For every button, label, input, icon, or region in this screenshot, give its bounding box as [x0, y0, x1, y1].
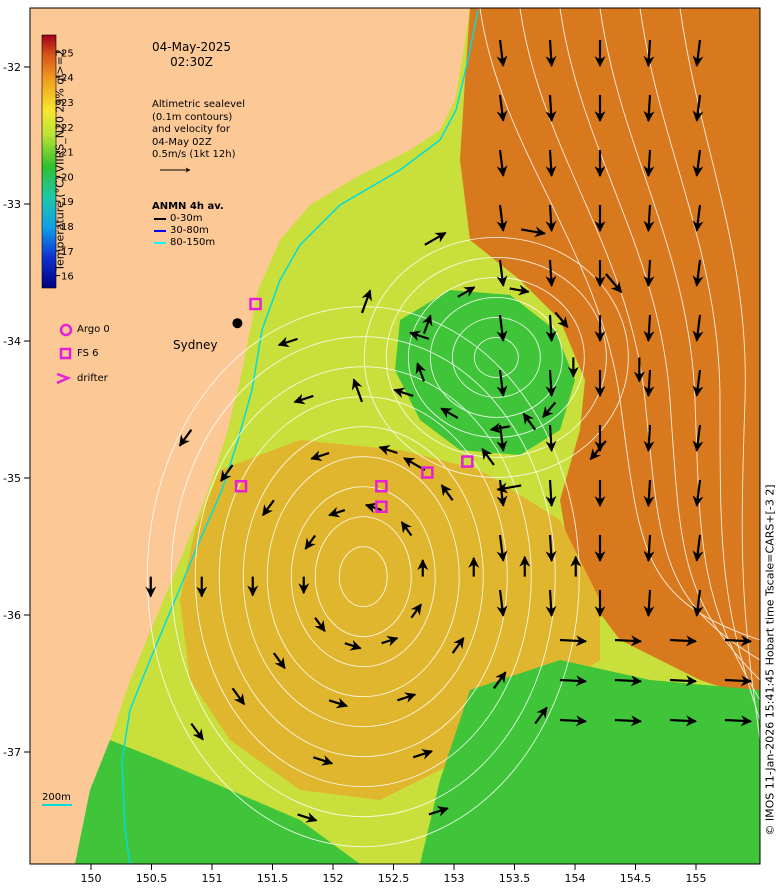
- anmn-item-1: 30-80m: [152, 225, 224, 237]
- colorbar-tick-label: 16: [61, 272, 74, 283]
- lon-tick-label: 153.5: [499, 872, 531, 885]
- lat-tick-label: -36: [3, 609, 21, 622]
- lon-tick-label: 154: [565, 872, 586, 885]
- velocity-arrow: [559, 675, 588, 687]
- date-text: 04-May-2025: [152, 40, 232, 54]
- drifter-label: drifter: [77, 373, 108, 384]
- altimetry-line-3: and velocity for: [152, 124, 231, 135]
- lat-tick-label: -35: [3, 472, 21, 485]
- altimetry-line-1: Altimetric sealevel: [152, 99, 245, 110]
- lon-tick-label: 151.5: [257, 872, 289, 885]
- anmn-title: ANMN 4h av.: [152, 201, 224, 212]
- anmn-swatch-1: [154, 230, 166, 232]
- latitude-axis: -32 -33 -34 -35 -36 -37: [3, 61, 30, 759]
- lat-tick-label: -33: [3, 198, 21, 211]
- longitude-axis: 150 150.5 151 151.5 152 152.5 153 153.5 154 154.5…: [81, 864, 707, 885]
- lat-tick-label: -37: [3, 746, 21, 759]
- lat-tick-label: -34: [3, 335, 21, 348]
- lon-tick-label: 150: [81, 872, 102, 885]
- lon-tick-label: 152: [323, 872, 344, 885]
- velocity-arrow: [614, 675, 643, 687]
- lon-tick-label: 152.5: [378, 872, 410, 885]
- sydney-marker: [232, 318, 243, 329]
- altimetry-line-4: 04-May 02Z: [152, 136, 212, 148]
- sydney-label: Sydney: [173, 338, 218, 352]
- map-frame: [29, 7, 761, 865]
- cool-south-region: [420, 660, 760, 864]
- velocity-arrow: [669, 635, 698, 647]
- anmn-legend: ANMN 4h av. 0-30m 30-80m 80-150m: [152, 201, 224, 249]
- anmn-swatch-0: [154, 218, 166, 220]
- velocity-arrow: [669, 675, 698, 687]
- anmn-item-2: 80-150m: [152, 237, 224, 249]
- anmn-item-0: 0-30m: [152, 213, 224, 225]
- lon-tick-label: 151: [202, 872, 223, 885]
- anmn-label-1: 30-80m: [170, 225, 209, 236]
- altimetry-line-5: 0.5m/s (1kt 12h): [152, 149, 236, 160]
- velocity-arrow: [724, 675, 753, 687]
- altimetry-note: Altimetric sealevel (0.1m contours) and …: [152, 99, 245, 162]
- lon-tick-label: 154.5: [620, 872, 652, 885]
- time-text: 02:30Z: [170, 55, 213, 69]
- velocity-arrow: [559, 715, 588, 727]
- date-time-label: 04-May-2025 02:30Z: [152, 40, 231, 70]
- velocity-arrow: [614, 635, 643, 647]
- velocity-arrow: [614, 715, 643, 727]
- anmn-label-0: 0-30m: [170, 213, 203, 224]
- map: -32-33-34-35-36-37 150 150.5 151 151.5 152 15…: [3, 7, 761, 885]
- velocity-arrow: [669, 715, 698, 727]
- velocity-arrow: [724, 715, 753, 727]
- velocity-arrow: [559, 635, 588, 647]
- lon-tick-label: 155: [686, 872, 707, 885]
- velocity-arrow: [724, 635, 753, 647]
- altimetry-line-2: (0.1m contours): [152, 111, 233, 123]
- lon-tick-label: 153: [444, 872, 465, 885]
- anmn-label-2: 80-150m: [170, 237, 216, 248]
- lon-tick-label: 150.5: [136, 872, 168, 885]
- argo-label: Argo 0: [77, 324, 110, 335]
- lat-tick-label: -32: [3, 61, 21, 74]
- anmn-swatch-2: [154, 242, 166, 244]
- fs-label: FS 6: [77, 348, 99, 359]
- colorbar-label: Temperature (°C) VIIRS_N20 29% ql>=2: [53, 49, 67, 271]
- credit-text: © IMOS 11-Jan-2026 15:41:45 Hobart time …: [763, 484, 777, 836]
- isobath-legend-label: 200m: [42, 792, 71, 803]
